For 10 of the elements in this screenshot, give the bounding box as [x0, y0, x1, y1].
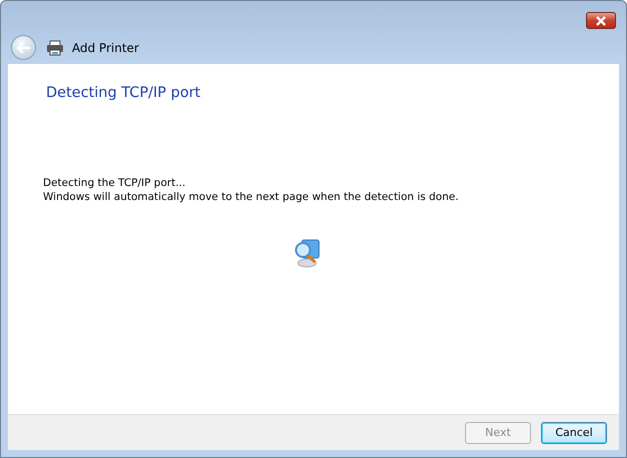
- status-message: Windows will automatically move to the next page when the detection is done.: [43, 190, 460, 204]
- dialog-button[interactable]: Cancel: [541, 422, 607, 444]
- printer-icon: [46, 40, 64, 56]
- search-computer-icon: [292, 238, 320, 268]
- window-title: Add Printer: [72, 40, 139, 54]
- page-heading: Detecting TCP/IP port: [46, 85, 202, 101]
- close-icon: [595, 16, 607, 26]
- status-message: Detecting the TCP/IP port...: [43, 176, 186, 190]
- back-arrow-icon: [16, 42, 30, 54]
- close-button[interactable]: [586, 12, 616, 29]
